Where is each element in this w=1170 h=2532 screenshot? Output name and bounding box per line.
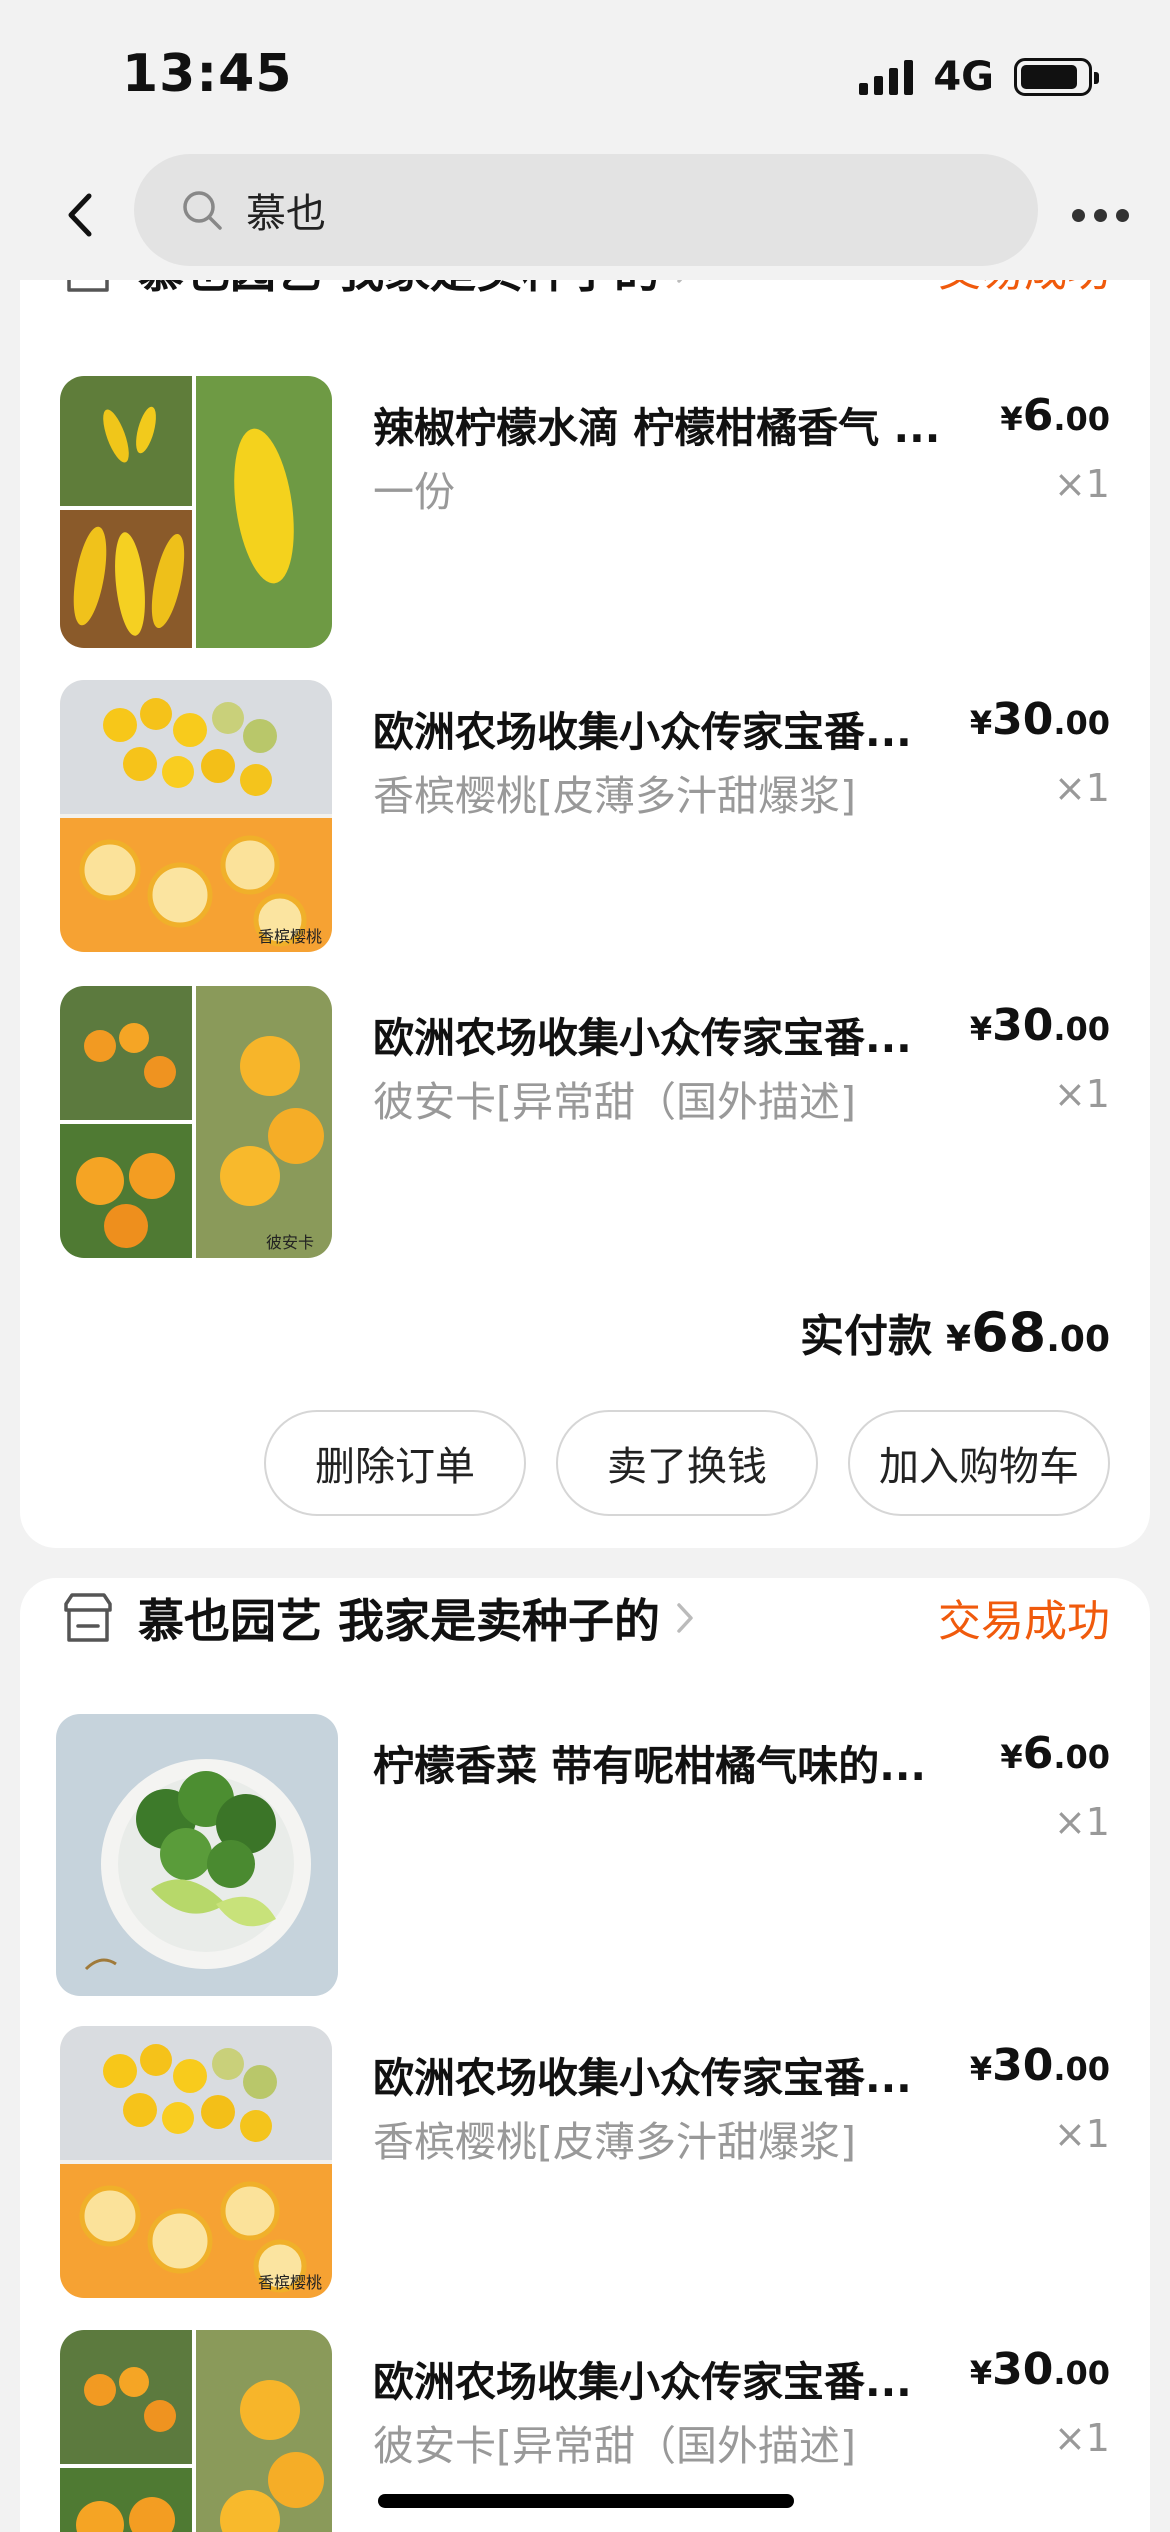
product-title: 欧洲农场收集小众传家宝番... [373,2054,912,2102]
order-item[interactable]: 柠檬香菜 带有呢柑橘气味的... ¥6.00 ×1 [56,1714,1110,1996]
product-price: ¥30.00 [969,2040,1110,2091]
product-sku: 香槟樱桃[皮薄多汁甜爆浆] [373,772,856,820]
status-indicators: 4G [859,54,1099,100]
product-image [60,376,332,648]
product-quantity: ×1 [1053,1800,1110,1844]
signal-icon [859,59,914,95]
resell-button[interactable]: 卖了换钱 [556,1410,818,1516]
total-decimal: .00 [1046,1319,1110,1360]
product-title: 柠檬香菜 带有呢柑橘气味的... [373,1742,926,1790]
image-caption: 香槟樱桃 [258,927,322,946]
chevron-left-icon [68,193,92,237]
order-item[interactable]: 辣椒柠檬水滴 柠檬柑橘香气 ... 一份 ¥6.00 ×1 [60,376,1110,648]
product-quantity: ×1 [1053,1072,1110,1116]
search-query: 慕也 [246,191,326,237]
product-title: 欧洲农场收集小众传家宝番... [373,1014,912,1062]
order-actions: 删除订单 卖了换钱 加入购物车 [264,1410,1110,1516]
store-name: 慕也园艺 我家是卖种子的 [138,1594,661,1648]
order-status-badge: 交易成功 [938,1597,1110,1647]
image-caption: 彼安卡 [266,1233,314,1252]
image-caption: 香槟樱桃 [258,2273,322,2292]
product-price: ¥30.00 [969,1000,1110,1051]
store-icon [64,1593,112,1642]
order-total: 实付款 ¥ 68 .00 [800,1300,1110,1364]
product-title: 欧洲农场收集小众传家宝番... [373,2358,912,2406]
total-label: 实付款 [800,1311,932,1362]
product-title: 欧洲农场收集小众传家宝番... [373,708,912,756]
product-price: ¥30.00 [969,2344,1110,2395]
order-item[interactable]: 香槟樱桃 欧洲农场收集小众传家宝番... 香槟樱桃[皮薄多汁甜爆浆] ¥30.0… [60,2026,1110,2298]
total-currency: ¥ [946,1319,972,1360]
product-image [60,2330,332,2532]
product-price: ¥6.00 [1000,1728,1110,1779]
product-price: ¥6.00 [1000,390,1110,441]
search-icon [183,191,222,230]
product-quantity: ×1 [1053,2416,1110,2460]
battery-icon [1014,58,1099,96]
product-price: ¥30.00 [969,694,1110,745]
status-bar: 13:45 4G [0,0,1170,150]
product-quantity: ×1 [1053,766,1110,810]
product-sku: 香槟樱桃[皮薄多汁甜爆浆] [373,2118,856,2166]
product-sku: 彼安卡[异常甜（国外描述] [373,1078,856,1126]
network-label: 4G [933,54,994,100]
status-time: 13:45 [122,44,293,104]
order-item[interactable]: 彼安卡 欧洲农场收集小众传家宝番... 彼安卡[异常甜（国外描述] ¥30.00… [60,986,1110,1258]
app-root: 13:45 4G 慕也 慕也园艺 我家是卖种子的 交易成功 [0,0,1170,2532]
product-quantity: ×1 [1053,2112,1110,2156]
product-image: 香槟樱桃 [60,2026,332,2298]
order-card[interactable]: 慕也园艺 我家是卖种子的 交易成功 柠檬香菜 带有呢柑橘气味的... ¥6.00… [20,1578,1150,2532]
product-title: 辣椒柠檬水滴 柠檬柑橘香气 ... [373,404,941,452]
search-input[interactable]: 慕也 [134,154,1038,266]
product-image: 彼安卡 [60,986,332,1258]
more-options-icon[interactable] [1060,190,1140,240]
delete-order-button[interactable]: 删除订单 [264,1410,526,1516]
order-item[interactable]: 香槟樱桃 欧洲农场收集小众传家宝番... 香槟樱桃[皮薄多汁甜爆浆] ¥30.0… [60,680,1110,952]
chevron-right-icon [677,1603,693,1633]
add-to-cart-button[interactable]: 加入购物车 [848,1410,1110,1516]
product-sku: 一份 [373,468,455,516]
nav-bar: 慕也 [0,150,1170,280]
product-image: 香槟樱桃 [60,680,332,952]
product-sku: 彼安卡[异常甜（国外描述] [373,2422,856,2470]
product-quantity: ×1 [1053,462,1110,506]
home-indicator[interactable] [378,2494,794,2508]
order-card[interactable]: 慕也园艺 我家是卖种子的 交易成功 辣椒柠檬水 [20,230,1150,1548]
product-image [56,1714,338,1996]
store-header[interactable]: 慕也园艺 我家是卖种子的 交易成功 [60,1578,1110,1658]
back-button[interactable] [46,180,116,250]
total-amount: 68 [971,1301,1047,1364]
